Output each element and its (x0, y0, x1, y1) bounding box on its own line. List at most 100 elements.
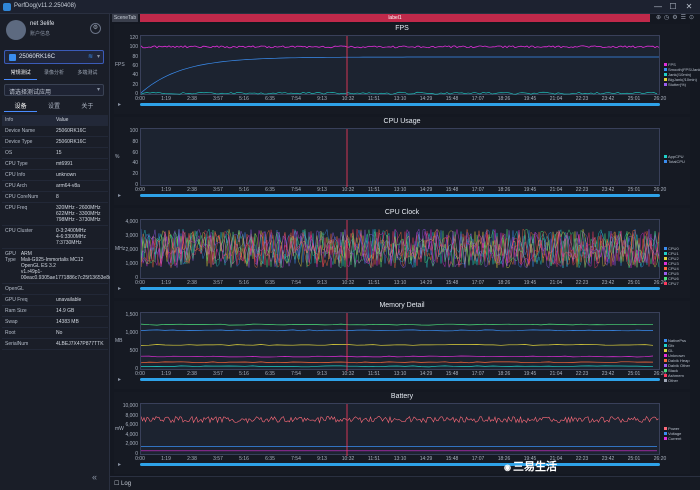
legend-swatch (664, 354, 667, 358)
table-row: Ram Size 14.9 GB (2, 306, 108, 317)
x-tick-label: 10:32 (341, 456, 355, 462)
x-tick-label: 3:57 (213, 371, 223, 377)
tab-normal-test[interactable]: 常规测试 (4, 67, 38, 80)
plot-area[interactable] (140, 128, 660, 187)
x-tick-label: 3:57 (213, 96, 223, 102)
legend-item[interactable]: CPU7 (664, 281, 679, 286)
table-row: GPU Freq unavailable (2, 295, 108, 306)
table-row: CPU CoreNum 8 (2, 192, 108, 203)
info-value: 0-3:2400MHz 4-6:3300MHz 7:3730MHz (56, 228, 87, 246)
timeline-scrollbar[interactable] (140, 194, 660, 197)
avatar[interactable] (6, 20, 26, 40)
scene-tab[interactable]: SceneTab (112, 14, 138, 22)
plot-area[interactable] (140, 403, 660, 456)
legend-swatch (664, 437, 667, 441)
y-tick-label: 2,000 (125, 441, 138, 448)
timeline-scrollbar[interactable] (140, 463, 660, 466)
plot-area[interactable] (140, 219, 660, 280)
legend-swatch (664, 277, 667, 280)
y-tick-label: 60 (132, 63, 138, 69)
legend: AppCPU TotalCPU (664, 154, 685, 164)
series-canvas (141, 220, 660, 280)
app-selector[interactable]: 请选择测试应用 ▾ (4, 84, 104, 96)
table-row: CPU Cluster 0-3:2400MHz 4-6:3300MHz 7:373… (2, 226, 108, 249)
log-toggle[interactable]: ☐ Log (114, 480, 131, 487)
x-tick-label: 21:04 (549, 187, 563, 193)
x-tick-label: 3:57 (213, 456, 223, 462)
tab-settings[interactable]: 设置 (37, 102, 70, 112)
x-tick-label: 11:51 (367, 96, 381, 102)
x-tick-label: 5:16 (239, 371, 249, 377)
x-tick-label: 9:13 (317, 96, 327, 102)
play-icon[interactable]: ▸ (118, 285, 123, 292)
device-selector[interactable]: 25060RK16C ≋ ▾ (4, 50, 104, 64)
minimize-button[interactable]: — (652, 2, 664, 11)
timeline-scrollbar[interactable] (140, 103, 660, 106)
info-key: OS (5, 150, 13, 156)
legend-swatch (664, 63, 667, 66)
fps-series-line (141, 45, 660, 49)
x-tick-label: 7:54 (291, 456, 301, 462)
info-key: CPU CoreNum (5, 194, 39, 200)
timeline-scrollbar[interactable] (140, 287, 660, 290)
gear-icon[interactable]: ⚙ (90, 23, 101, 34)
label-marker[interactable]: label1 (140, 14, 650, 22)
x-tick-label: 6:35 (265, 96, 275, 102)
app-selector-placeholder: 请选择测试应用 (9, 90, 52, 96)
legend-item[interactable]: Other (664, 378, 690, 383)
device-info-table: Info Value Device Name 25060RK16C Device T… (2, 115, 123, 350)
y-tick-label: 80 (132, 138, 138, 145)
legend: FPS Smooth(FPS/Jank) Jank(/10min) BigJank(/… (664, 62, 700, 87)
y-tick-label: 8,000 (125, 412, 138, 419)
play-icon[interactable]: ▸ (118, 101, 123, 108)
play-icon[interactable]: ▸ (118, 461, 123, 468)
legend-swatch (664, 155, 667, 159)
maximize-button[interactable]: ☐ (667, 2, 679, 11)
tab-video-analysis[interactable]: 录像分析 (37, 67, 70, 80)
legend: Power Voltage Current (664, 426, 681, 441)
x-tick-label: 25:01 (627, 96, 641, 102)
legend-label: Current (668, 436, 682, 442)
x-tick-label: 11:51 (367, 280, 381, 286)
y-tick-label: 2,000 (125, 247, 138, 253)
table-row: CPU Arch arm64-v8a (2, 181, 108, 192)
tab-device[interactable]: 设备 (4, 102, 38, 112)
x-tick-label: 14:29 (419, 96, 433, 102)
tab-multi-test[interactable]: 多端测试 (71, 67, 104, 80)
tab-about[interactable]: 关于 (71, 102, 104, 112)
x-tick-label: 6:35 (265, 371, 275, 377)
info-key: CPU Freq (5, 205, 28, 211)
x-tick-label: 19:45 (523, 96, 537, 102)
account-info-link[interactable]: 账户信息 (30, 30, 50, 37)
panel-title: Battery (390, 393, 414, 400)
series-canvas (141, 404, 659, 456)
x-tick-label: 18:26 (497, 96, 511, 102)
play-icon[interactable]: ▸ (118, 376, 123, 383)
x-tick-label: 15:48 (445, 280, 459, 286)
x-tick-label: 17:07 (471, 371, 485, 377)
y-tick-label: 3,000 (125, 233, 138, 239)
legend-item[interactable]: TotalCPU (664, 159, 685, 164)
x-tick-label: 23:42 (601, 96, 615, 102)
info-tabs: 设备 设置 关于 (4, 102, 104, 112)
legend-item[interactable]: Current (664, 436, 681, 441)
timeline-scrollbar[interactable] (140, 378, 660, 381)
info-key: Ram Size (5, 308, 27, 314)
play-icon[interactable]: ▸ (118, 192, 123, 199)
plot-area[interactable] (140, 312, 660, 371)
info-key: GPU Type (5, 251, 16, 263)
y-tick-label: 20 (132, 81, 138, 88)
table-row: OS 15 (2, 148, 108, 159)
collapse-sidebar-icon[interactable]: « (92, 472, 97, 482)
plot-area[interactable] (140, 35, 660, 96)
close-button[interactable]: ✕ (683, 2, 695, 11)
x-tick-label: 14:29 (419, 280, 433, 286)
x-tick-label: 9:13 (317, 280, 327, 286)
legend-item[interactable]: Stutter(%) (664, 82, 700, 87)
x-tick-label: 23:42 (601, 371, 615, 377)
y-tick-label: 1,500 (125, 312, 138, 318)
info-value: arm64-v8a (56, 183, 80, 189)
jank-series-line (141, 91, 658, 95)
memory-series-line (141, 323, 654, 326)
toolbar-icons[interactable]: ⊕◷⚙☰⊙ (656, 14, 697, 21)
